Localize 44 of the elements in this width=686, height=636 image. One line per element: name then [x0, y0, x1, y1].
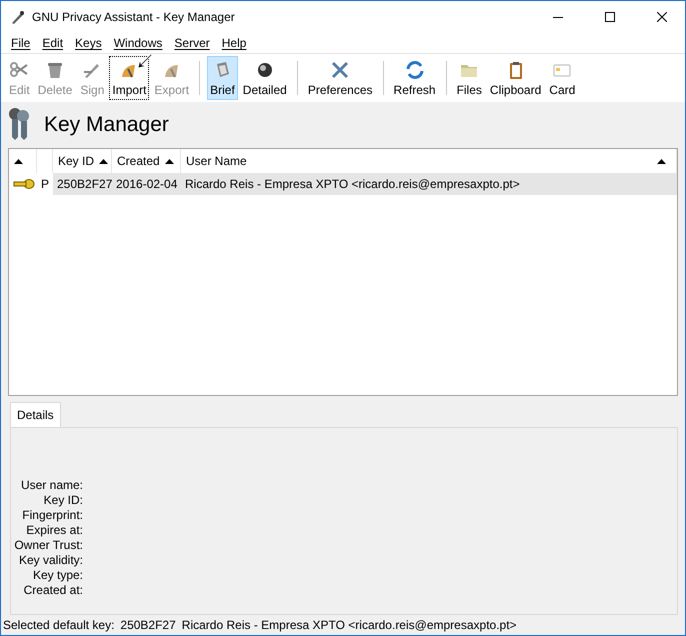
column-title: User Name: [186, 154, 247, 168]
scissors-icon: [9, 60, 30, 80]
toolbar-button[interactable]: Preferences: [304, 56, 376, 100]
sort-arrow-icon: [14, 158, 23, 164]
page-heading: Key Manager: [44, 113, 169, 137]
field-label: Created at:: [22, 583, 83, 598]
sort-arrow-icon: [164, 158, 174, 164]
close-icon: [657, 12, 667, 22]
field-label: Key ID:: [42, 493, 83, 508]
status-label: Selected default key:: [3, 618, 114, 632]
field-label: Expires at:: [25, 523, 83, 538]
table-cell[interactable]: Ricardo Reis - Empresa XPTO <ricardo.reis@empresaxpto.pt>: [181, 173, 677, 195]
column-title: Created: [117, 154, 160, 168]
refresh-icon: [404, 60, 425, 80]
status-key-id: 250B2F27: [120, 618, 176, 632]
toolbar-button[interactable]: Detailed: [240, 56, 290, 100]
sort-arrow-icon: [99, 158, 108, 164]
minimize-icon: [553, 16, 563, 18]
toolbar-button[interactable]: Card: [546, 56, 578, 100]
menu-item[interactable]: Help: [216, 36, 252, 50]
toolbar-button[interactable]: Files: [454, 56, 485, 100]
field-label: Key type:: [32, 568, 83, 583]
details-tab[interactable]: Details: [10, 402, 61, 427]
toolbar-button[interactable]: Brief: [207, 56, 238, 100]
status-user-name: Ricardo Reis - Empresa XPTO <ricardo.reis@empresaxpto.pt>: [182, 618, 517, 632]
toolbar-button[interactable]: Clipboard: [486, 56, 544, 100]
key-icon: [13, 179, 35, 189]
maximize-icon: [605, 12, 615, 22]
table-cell[interactable]: 250B2F27: [53, 173, 112, 195]
field-label: User name:: [20, 478, 83, 493]
column-title: Key ID: [58, 154, 94, 168]
menu-item[interactable]: Keys: [69, 36, 108, 50]
window-title: GNU Privacy Assistant - Key Manager: [32, 10, 236, 24]
field-label: Owner Trust:: [13, 538, 83, 553]
menu-item[interactable]: Windows: [108, 36, 168, 50]
menu-item[interactable]: File: [5, 36, 36, 50]
menu-item[interactable]: Server: [168, 36, 216, 50]
menu-item[interactable]: Edit: [36, 36, 70, 50]
sort-arrow-icon: [657, 158, 666, 164]
table-cell[interactable]: 2016-02-04: [112, 173, 181, 195]
app-icon: [10, 9, 26, 25]
field-label: Key validity:: [18, 553, 83, 568]
field-label: Fingerprint:: [21, 508, 83, 523]
toolbar-button[interactable]: Refresh: [390, 56, 439, 100]
